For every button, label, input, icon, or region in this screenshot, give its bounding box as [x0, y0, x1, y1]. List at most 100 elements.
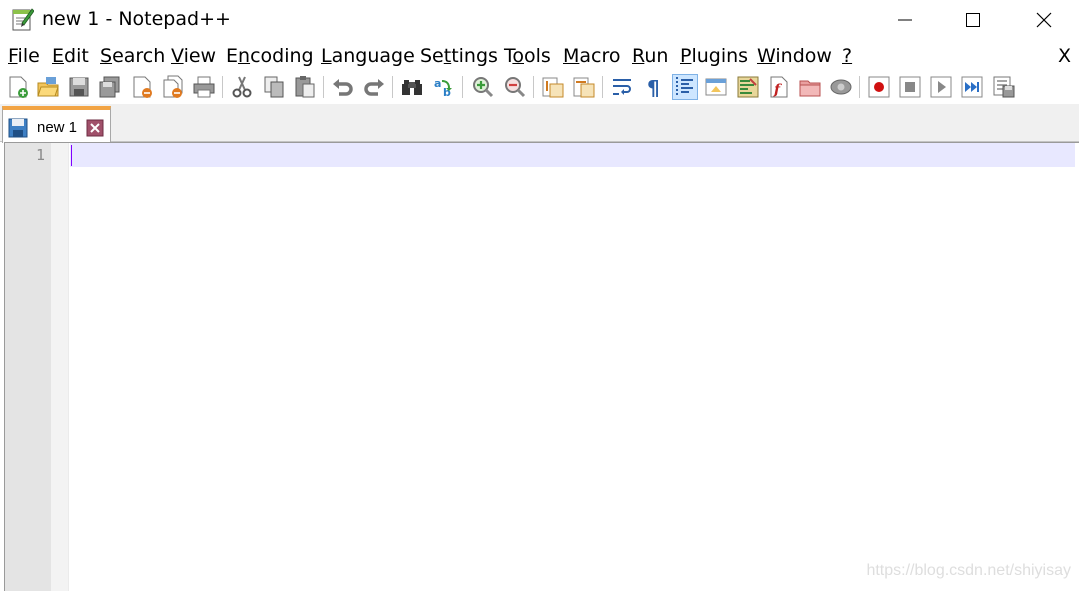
print-button[interactable]: [192, 75, 216, 99]
new-file-icon: [9, 76, 28, 98]
replace-button[interactable]: ab: [432, 75, 456, 99]
toolbar-separator: [859, 76, 860, 98]
menu-encoding[interactable]: Encoding: [226, 44, 314, 68]
tab-new-1[interactable]: new 1: [2, 106, 111, 143]
close-all-button[interactable]: [161, 75, 185, 99]
close-icon: [1036, 12, 1052, 28]
toolbar-separator: [602, 76, 603, 98]
tab-close-icon[interactable]: [86, 119, 104, 137]
minimize-icon: [898, 19, 912, 21]
menu-file[interactable]: File: [8, 44, 40, 68]
menu-window[interactable]: Window: [757, 44, 832, 68]
menu-language[interactable]: Language: [321, 44, 415, 68]
window-title: new 1 - Notepad++: [42, 8, 231, 30]
document-map-icon: [737, 76, 759, 98]
monitoring-eye-icon: [830, 79, 852, 95]
menu-view[interactable]: View: [171, 44, 216, 68]
copy-button[interactable]: [262, 75, 286, 99]
svg-text:¶: ¶: [647, 76, 660, 99]
save-all-button[interactable]: [98, 75, 122, 99]
text-caret: [71, 145, 72, 166]
folder-as-workspace-button[interactable]: [798, 75, 822, 99]
stop-recording-button[interactable]: [898, 75, 922, 99]
start-recording-button[interactable]: [867, 75, 891, 99]
cut-button[interactable]: [230, 75, 254, 99]
menu-help[interactable]: ?: [842, 44, 852, 68]
save-macro-button[interactable]: [992, 75, 1016, 99]
word-wrap-button[interactable]: [611, 75, 635, 99]
menu-plugins[interactable]: Plugins: [680, 44, 748, 68]
open-folder-icon: [37, 77, 59, 97]
function-list-button[interactable]: f: [767, 75, 791, 99]
watermark: https://blog.csdn.net/shiyisay: [866, 562, 1071, 579]
find-button[interactable]: [400, 75, 424, 99]
save-button[interactable]: [67, 75, 91, 99]
word-wrap-icon: [613, 79, 631, 95]
current-line-highlight[interactable]: [70, 143, 1075, 167]
copy-icon: [264, 76, 284, 98]
sync-vertical-scroll-button[interactable]: [541, 75, 565, 99]
indent-guide-button[interactable]: [672, 74, 698, 100]
toolbar: ab ¶ f: [0, 70, 1079, 104]
undo-button[interactable]: [331, 75, 355, 99]
user-language-icon: [705, 78, 727, 96]
show-all-characters-button[interactable]: ¶: [642, 75, 666, 99]
fast-forward-icon: [961, 76, 983, 98]
sync-vertical-scroll-icon: [542, 77, 564, 98]
saved-state-icon: [8, 118, 28, 138]
folder-workspace-icon: [799, 80, 821, 97]
redo-button[interactable]: [362, 75, 386, 99]
menu-settings[interactable]: Settings: [420, 44, 498, 68]
toolbar-separator: [392, 76, 393, 98]
editor-area[interactable]: 1: [4, 142, 1079, 591]
function-list-icon: f: [770, 76, 788, 98]
run-macro-multiple-times-button[interactable]: [960, 75, 984, 99]
tab-bar: new 1: [0, 104, 1079, 143]
title-bar: new 1 - Notepad++: [0, 0, 1079, 40]
minimize-button[interactable]: [870, 0, 940, 40]
toolbar-separator: [222, 76, 223, 98]
line-number: 1: [35, 146, 45, 164]
toolbar-separator: [462, 76, 463, 98]
save-all-icon: [99, 76, 120, 98]
tab-label: new 1: [37, 119, 78, 136]
sync-horizontal-scroll-icon: [573, 77, 595, 98]
playback-button[interactable]: [929, 75, 953, 99]
sync-horizontal-scroll-button[interactable]: [572, 75, 596, 99]
open-file-button[interactable]: [36, 75, 60, 99]
new-file-button[interactable]: [6, 75, 30, 99]
monitoring-button[interactable]: [829, 75, 853, 99]
menu-edit[interactable]: Edit: [52, 44, 89, 68]
close-document-button[interactable]: X: [1058, 44, 1071, 68]
redo-icon: [364, 79, 384, 96]
zoom-out-icon: [505, 77, 526, 98]
save-icon: [69, 77, 89, 97]
indent-guide-icon: [676, 77, 693, 97]
line-number-gutter: 1: [5, 143, 51, 591]
save-macro-icon: [993, 76, 1015, 98]
binoculars-icon: [402, 80, 422, 95]
svg-text:a: a: [434, 77, 441, 90]
paste-button[interactable]: [293, 75, 317, 99]
maximize-button[interactable]: [938, 0, 1008, 40]
undo-icon: [333, 79, 353, 96]
menu-tools[interactable]: Tools: [504, 44, 551, 68]
close-file-button[interactable]: [130, 75, 154, 99]
zoom-out-button[interactable]: [503, 75, 527, 99]
menu-search[interactable]: Search: [100, 44, 165, 68]
zoom-in-button[interactable]: [471, 75, 495, 99]
close-button[interactable]: [1009, 0, 1079, 40]
zoom-in-icon: [473, 77, 494, 98]
notepad-plus-plus-app-icon: [12, 8, 34, 31]
menu-run[interactable]: Run: [632, 44, 668, 68]
pilcrow-icon: ¶: [647, 76, 660, 99]
menu-macro[interactable]: Macro: [563, 44, 621, 68]
scissors-icon: [232, 76, 252, 98]
close-file-icon: [133, 76, 152, 98]
fold-margin[interactable]: [51, 143, 69, 591]
toolbar-separator: [323, 76, 324, 98]
document-map-button[interactable]: [736, 75, 760, 99]
user-defined-language-button[interactable]: [704, 75, 728, 99]
play-icon: [930, 76, 952, 98]
printer-icon: [193, 76, 215, 98]
